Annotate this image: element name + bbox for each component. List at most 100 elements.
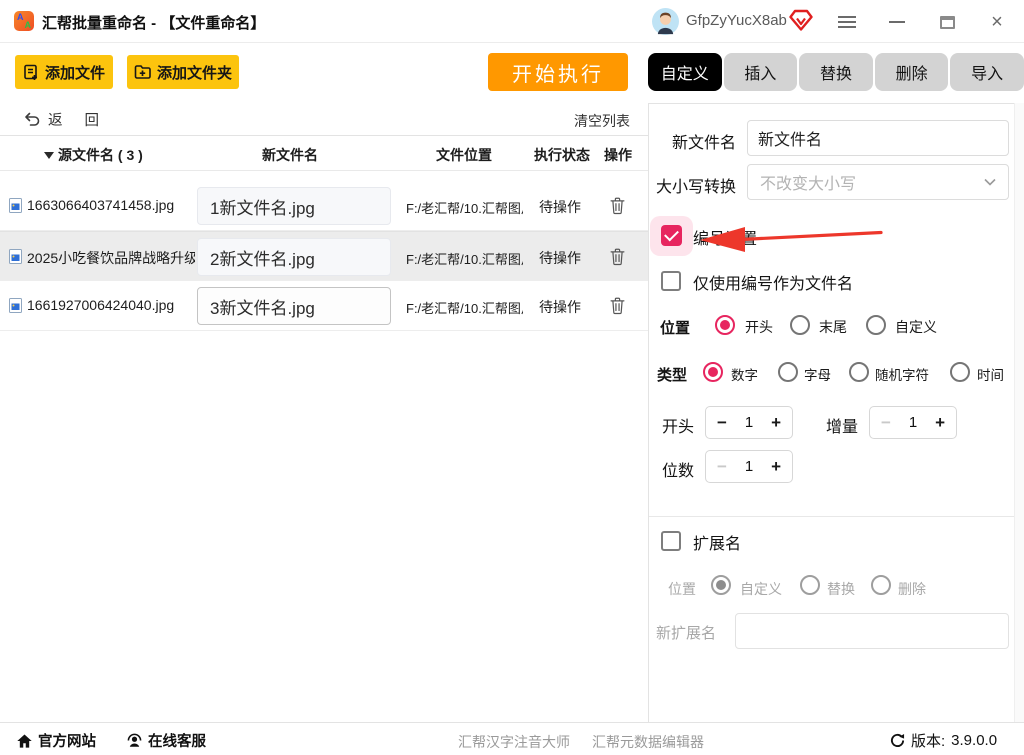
new-name-input[interactable]: 3新文件名.jpg: [197, 287, 391, 325]
delete-row-button[interactable]: [609, 196, 626, 215]
start-minus-button[interactable]: −: [717, 413, 727, 433]
column-location: 文件位置: [436, 145, 492, 165]
start-number-label: 开头: [662, 413, 694, 437]
chevron-down-icon: [984, 178, 996, 186]
start-number-value[interactable]: 1: [745, 414, 753, 431]
table-header: 源文件名 ( 3 ) 新文件名 文件位置 执行状态 操作: [0, 142, 648, 168]
file-location: F:/老汇帮/10.汇帮图片划: [406, 298, 523, 317]
source-filename: 1661927006424040.jpg: [27, 297, 195, 313]
minimize-button[interactable]: [884, 10, 910, 34]
version-info: 版本: 3.9.0.0: [890, 730, 997, 751]
support-person-icon: [127, 733, 142, 748]
list-toolbar: 返 回 清空列表: [0, 103, 648, 136]
menu-button[interactable]: [834, 10, 860, 34]
maximize-button[interactable]: [934, 10, 960, 34]
position-end-radio[interactable]: [790, 315, 810, 335]
ext-position-custom-label: 自定义: [740, 579, 782, 599]
metadata-product-link[interactable]: 汇帮元数据编辑器: [592, 732, 704, 752]
file-icon: [9, 249, 22, 264]
digits-value[interactable]: 1: [745, 458, 753, 475]
refresh-icon[interactable]: [890, 733, 905, 748]
position-start-label[interactable]: 开头: [745, 317, 773, 337]
new-extension-input[interactable]: [735, 613, 1009, 649]
status-label: 待操作: [539, 297, 581, 317]
new-extension-label: 新扩展名: [656, 622, 716, 643]
type-random-radio[interactable]: [849, 362, 869, 382]
file-location: F:/老汇帮/10.汇帮图片划: [406, 198, 523, 217]
position-end-label[interactable]: 末尾: [819, 317, 847, 337]
ext-position-replace-radio: [800, 575, 820, 595]
close-button[interactable]: ×: [984, 10, 1010, 34]
column-new-name: 新文件名: [262, 145, 318, 165]
column-source[interactable]: 源文件名 ( 3 ): [44, 145, 143, 165]
new-filename-input[interactable]: 新文件名: [747, 120, 1009, 156]
extension-checkbox[interactable]: [661, 531, 681, 551]
position-group-label: 位置: [660, 317, 690, 338]
footer-bar: 官方网站 在线客服 汇帮汉字注音大师 汇帮元数据编辑器 版本: 3.9.0.0: [0, 722, 1024, 755]
table-row[interactable]: 1661927006424040.jpg 3新文件名.jpg F:/老汇帮/10…: [0, 281, 648, 331]
start-plus-button[interactable]: +: [771, 413, 781, 433]
only-number-checkbox[interactable]: [661, 271, 681, 291]
pinyin-product-link[interactable]: 汇帮汉字注音大师: [458, 732, 570, 752]
type-number-label[interactable]: 数字: [731, 364, 758, 384]
start-execute-button[interactable]: 开始执行: [488, 53, 628, 91]
increment-minus-button[interactable]: −: [881, 413, 891, 433]
add-folder-button[interactable]: 添加文件夹: [127, 55, 239, 89]
type-time-radio[interactable]: [950, 362, 970, 382]
delete-row-button[interactable]: [609, 296, 626, 315]
back-icon: [24, 112, 40, 127]
new-name-input[interactable]: 2新文件名.jpg: [197, 238, 391, 276]
file-icon: [9, 198, 22, 213]
section-divider: [649, 516, 1014, 517]
digits-plus-button[interactable]: +: [771, 457, 781, 477]
status-label: 待操作: [539, 248, 581, 268]
new-name-input[interactable]: 1新文件名.jpg: [197, 187, 391, 225]
new-filename-label: 新文件名: [640, 129, 736, 153]
column-status: 执行状态: [534, 145, 590, 165]
position-start-radio[interactable]: [715, 315, 735, 335]
window-title: 汇帮批量重命名 - 【文件重命名】: [42, 12, 265, 33]
case-convert-label: 大小写转换: [640, 173, 736, 197]
user-avatar[interactable]: [652, 8, 679, 35]
digits-minus-button[interactable]: −: [717, 457, 727, 477]
tab-import[interactable]: 导入: [950, 53, 1024, 91]
column-action: 操作: [604, 145, 632, 165]
increment-stepper: − 1 +: [869, 406, 957, 439]
position-custom-radio[interactable]: [866, 315, 886, 335]
type-number-radio[interactable]: [703, 362, 723, 382]
version-value: 3.9.0.0: [951, 732, 997, 749]
official-site-link[interactable]: 官方网站: [17, 730, 96, 751]
increment-plus-button[interactable]: +: [935, 413, 945, 433]
increment-value[interactable]: 1: [909, 414, 917, 431]
source-filename: 2025小吃餐饮品牌战略升级全案: [27, 248, 195, 268]
clear-list-button[interactable]: 清空列表: [574, 111, 630, 131]
delete-row-button[interactable]: [609, 247, 626, 266]
sort-descending-icon: [44, 152, 54, 159]
start-number-stepper: − 1 +: [705, 406, 793, 439]
type-letter-radio[interactable]: [778, 362, 798, 382]
case-convert-value: 不改变大小写: [760, 170, 856, 194]
status-label: 待操作: [539, 197, 581, 217]
tab-custom[interactable]: 自定义: [648, 53, 722, 91]
digits-label: 位数: [662, 457, 694, 481]
type-random-label[interactable]: 随机字符: [875, 364, 929, 384]
add-file-button[interactable]: 添加文件: [15, 55, 113, 89]
username-label: GfpZyYucX8ab: [686, 12, 787, 29]
type-time-label[interactable]: 时间: [977, 364, 1004, 384]
tab-insert[interactable]: 插入: [724, 53, 798, 91]
type-group-label: 类型: [657, 364, 687, 385]
table-row[interactable]: 2025小吃餐饮品牌战略升级全案 2新文件名.jpg F:/老汇帮/10.汇帮图…: [0, 231, 648, 281]
back-button[interactable]: 返 回: [24, 109, 108, 130]
tab-replace[interactable]: 替换: [799, 53, 873, 91]
online-support-link[interactable]: 在线客服: [127, 730, 206, 751]
tab-delete[interactable]: 删除: [875, 53, 949, 91]
case-convert-select[interactable]: 不改变大小写: [747, 164, 1009, 200]
type-letter-label[interactable]: 字母: [804, 364, 831, 384]
numbering-checkbox[interactable]: [661, 225, 682, 246]
position-custom-label[interactable]: 自定义: [895, 317, 937, 337]
header-divider: [0, 170, 648, 171]
panel-scrollbar[interactable]: [1014, 103, 1024, 722]
table-row[interactable]: 1663066403741458.jpg 1新文件名.jpg F:/老汇帮/10…: [0, 181, 648, 231]
digits-stepper: − 1 +: [705, 450, 793, 483]
ext-position-replace-label: 替换: [827, 579, 855, 599]
